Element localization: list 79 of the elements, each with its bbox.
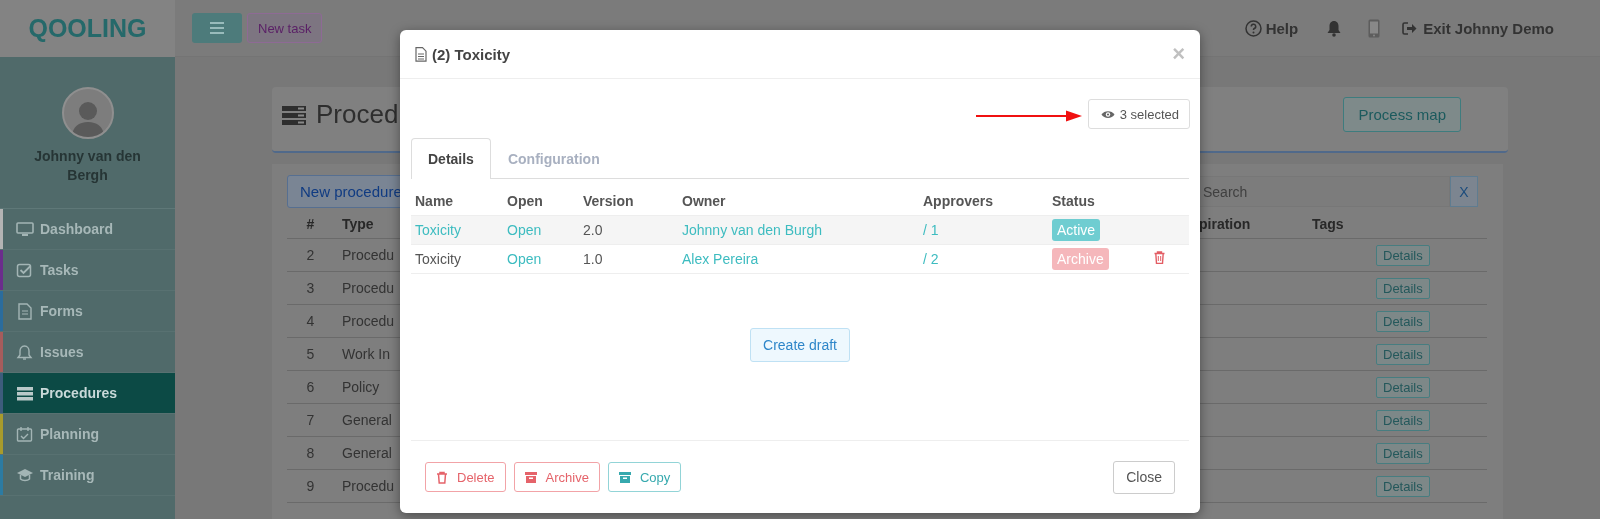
owner-link[interactable]: Alex Pereira	[678, 244, 919, 274]
clear-search-button[interactable]: X	[1450, 176, 1478, 207]
action-button[interactable]: Delete	[425, 462, 506, 492]
column-header: Tags	[1312, 210, 1376, 239]
close-dialog-button[interactable]: Close	[1113, 460, 1175, 494]
approvers-link[interactable]: / 2	[919, 244, 1048, 274]
monitor-icon	[16, 220, 34, 238]
name-link[interactable]: Toxicity	[411, 215, 503, 245]
visibility-filter-button[interactable]: 3 selected	[1087, 99, 1190, 129]
action-button[interactable]: Archive	[513, 462, 600, 492]
bell-icon	[16, 343, 34, 361]
table-cell: Toxicity	[411, 244, 503, 274]
exit-link[interactable]: Exit Johnny Demo	[1423, 19, 1554, 37]
details-button[interactable]: Details	[1376, 442, 1430, 464]
action-button[interactable]: Copy	[607, 462, 682, 492]
document-icon	[16, 302, 34, 320]
column-header: #	[287, 210, 334, 239]
column-header: Status	[1048, 189, 1150, 216]
details-button[interactable]: Details	[1376, 376, 1430, 398]
list-icon	[16, 384, 34, 402]
table-cell: 7	[287, 404, 334, 437]
column-header: Owner	[678, 189, 919, 216]
archive-box-icon	[524, 470, 537, 484]
help-link[interactable]: Help	[1265, 19, 1299, 37]
archive-box-icon	[618, 470, 631, 484]
table-cell: 9	[287, 470, 334, 503]
open-link[interactable]: Open	[503, 244, 579, 274]
table-cell: 8	[287, 437, 334, 470]
page-title: Proced	[316, 99, 399, 130]
dialog-title: (2) Toxicity	[432, 45, 511, 63]
calendar-icon	[16, 425, 34, 443]
help-icon	[1244, 19, 1262, 37]
close-button[interactable]: ×	[1172, 43, 1185, 65]
nav-item[interactable]: Forms	[0, 291, 175, 332]
create-draft-button[interactable]: Create draft	[750, 328, 850, 362]
table-cell: 6	[287, 371, 334, 404]
menu-icon	[210, 22, 224, 34]
table-cell: 3	[287, 272, 334, 305]
column-header: Name	[411, 189, 503, 216]
nav-item[interactable]: Procedures	[0, 373, 175, 414]
column-header: Open	[503, 189, 579, 216]
nav-item[interactable]: Dashboard	[0, 209, 175, 250]
details-button[interactable]: Details	[1376, 409, 1430, 431]
tab[interactable]: Details	[411, 138, 491, 179]
checkbox-icon	[16, 261, 34, 279]
status-badge: Active	[1052, 219, 1101, 241]
list-icon	[282, 104, 306, 125]
status-badge: Archive	[1052, 248, 1109, 270]
nav-item[interactable]: Tasks	[0, 250, 175, 291]
logo: QOOLING	[28, 14, 147, 43]
bell-icon[interactable]	[1326, 19, 1343, 37]
column-header: Approvers	[919, 189, 1048, 216]
nav-item[interactable]: Training	[0, 455, 175, 496]
menu-button[interactable]	[192, 13, 242, 43]
open-link[interactable]: Open	[503, 215, 579, 245]
tablet-icon[interactable]	[1368, 18, 1381, 38]
owner-link[interactable]: Johnny van den Burgh	[678, 215, 919, 245]
details-button[interactable]: Details	[1376, 310, 1430, 332]
table-cell: 2	[287, 239, 334, 272]
trash-icon[interactable]	[1154, 251, 1165, 264]
eye-icon	[1100, 109, 1115, 119]
table-cell: 4	[287, 305, 334, 338]
column-header: Version	[579, 189, 678, 216]
details-button[interactable]: Details	[1376, 475, 1430, 497]
details-button[interactable]: Details	[1376, 343, 1430, 365]
tab[interactable]: Configuration	[490, 138, 617, 179]
details-button[interactable]: Details	[1376, 244, 1430, 266]
details-button[interactable]: Details	[1376, 277, 1430, 299]
sign-out-icon	[1402, 21, 1418, 35]
process-map-button[interactable]: Process map	[1343, 97, 1461, 132]
nav-item[interactable]: Planning	[0, 414, 175, 455]
table-cell: 2.0	[579, 215, 678, 245]
approvers-link[interactable]: / 1	[919, 215, 1048, 245]
graduation-cap-icon	[16, 466, 34, 484]
new-task-button[interactable]: New task	[247, 13, 323, 43]
trash-icon	[436, 470, 448, 484]
table-cell: 5	[287, 338, 334, 371]
document-icon	[415, 46, 427, 62]
table-cell: 1.0	[579, 244, 678, 274]
